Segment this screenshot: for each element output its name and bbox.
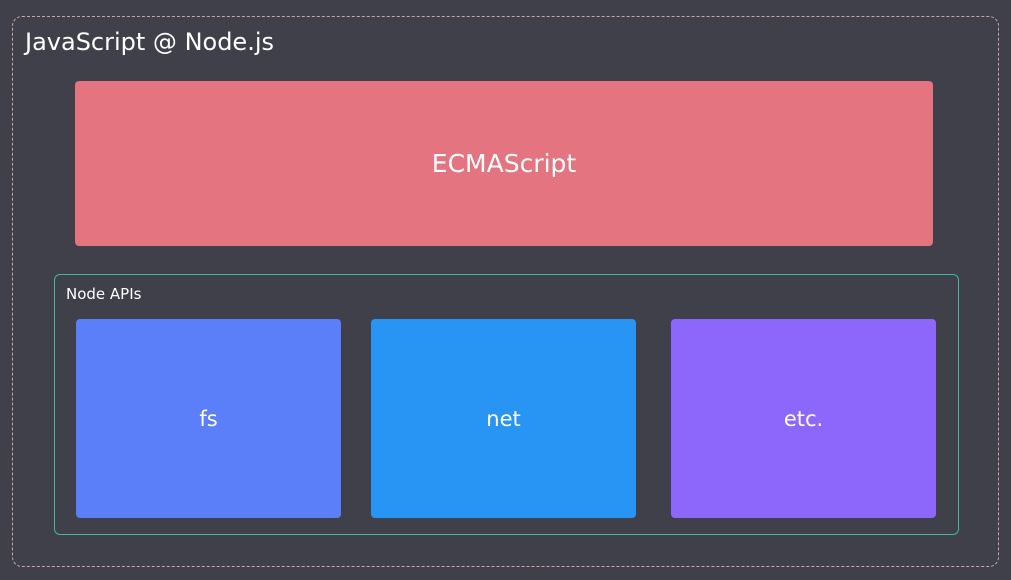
fs-api-box: fs: [76, 319, 341, 518]
etc-api-label: etc.: [783, 406, 824, 431]
diagram-title: JavaScript @ Node.js: [25, 28, 274, 56]
net-api-box: net: [371, 319, 636, 518]
fs-api-label: fs: [199, 406, 218, 431]
ecmascript-box: ECMAScript: [75, 81, 933, 246]
node-apis-label: Node APIs: [66, 285, 142, 303]
ecmascript-label: ECMAScript: [431, 149, 577, 178]
etc-api-box: etc.: [671, 319, 936, 518]
net-api-label: net: [486, 406, 521, 431]
